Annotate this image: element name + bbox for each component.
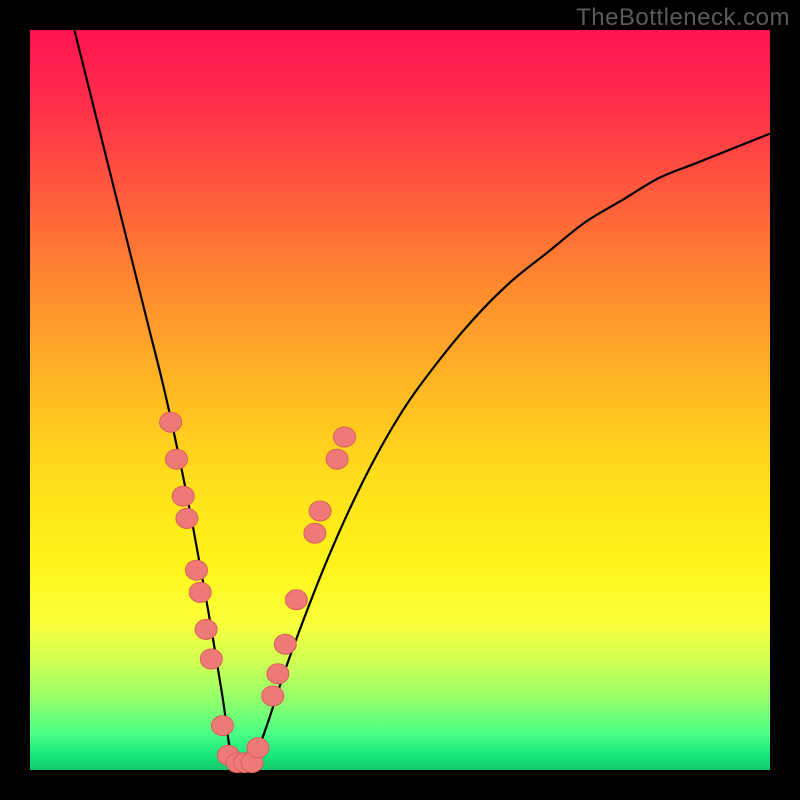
bottleneck-curve: [74, 30, 770, 766]
data-marker: [176, 508, 198, 528]
data-marker: [304, 523, 326, 543]
data-marker: [334, 427, 356, 447]
data-marker: [195, 619, 217, 639]
data-marker: [186, 560, 208, 580]
data-marker: [211, 716, 233, 736]
curve-svg: [30, 30, 770, 770]
data-marker: [262, 686, 284, 706]
data-marker: [309, 501, 331, 521]
chart-frame: TheBottleneck.com: [0, 0, 800, 800]
watermark-text: TheBottleneck.com: [576, 4, 790, 32]
data-marker: [189, 582, 211, 602]
data-marker: [285, 590, 307, 610]
plot-area: [30, 30, 770, 770]
data-marker: [267, 664, 289, 684]
data-marker: [326, 449, 348, 469]
data-marker: [274, 634, 296, 654]
data-marker: [166, 449, 188, 469]
data-markers: [160, 412, 356, 772]
data-marker: [200, 649, 222, 669]
data-marker: [172, 486, 194, 506]
data-marker: [247, 738, 269, 758]
data-marker: [160, 412, 182, 432]
